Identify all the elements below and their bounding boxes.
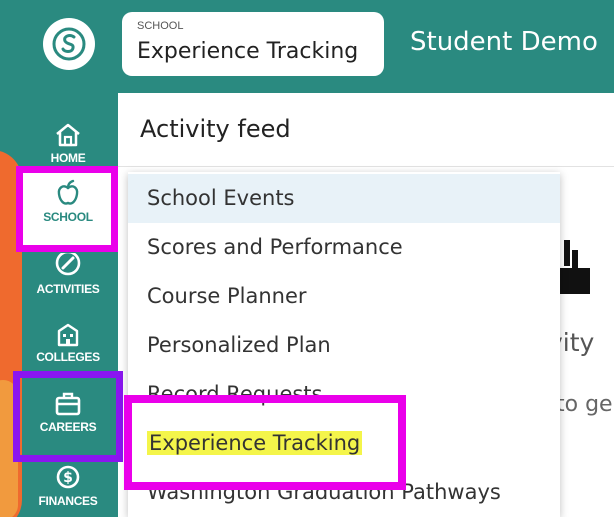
menu-item-label: Personalized Plan bbox=[147, 333, 331, 357]
breadcrumb[interactable]: SCHOOL Experience Tracking bbox=[122, 12, 384, 76]
sidebar-item-home[interactable]: HOME bbox=[18, 112, 118, 174]
svg-text:$: $ bbox=[63, 470, 73, 486]
sidebar-item-label: HOME bbox=[50, 150, 86, 165]
page-title: Student Demo bbox=[410, 27, 598, 57]
sidebar-item-school[interactable]: SCHOOL bbox=[18, 170, 118, 232]
sidebar-item-label: ACTIVITIES bbox=[36, 281, 100, 296]
breadcrumb-section: SCHOOL bbox=[137, 20, 184, 32]
dollar-icon: $ bbox=[56, 465, 80, 488]
logo-icon bbox=[52, 27, 86, 61]
menu-item-label: Scores and Performance bbox=[147, 235, 403, 259]
activities-icon bbox=[55, 252, 81, 275]
menu-item-personalized-plan[interactable]: Personalized Plan bbox=[128, 321, 560, 370]
experience-tracking-highlight-box bbox=[124, 395, 406, 490]
menu-item-scores-and-performance[interactable]: Scores and Performance bbox=[128, 223, 560, 272]
breadcrumb-title: Experience Tracking bbox=[137, 39, 359, 64]
sidebar-item-label: COLLEGES bbox=[36, 349, 100, 364]
sidebar-item-label: SCHOOL bbox=[43, 209, 93, 224]
menu-item-school-events[interactable]: School Events bbox=[128, 174, 560, 223]
college-icon bbox=[57, 323, 79, 346]
activity-feed-title: Activity feed bbox=[140, 115, 291, 143]
careers-highlight-box bbox=[13, 371, 123, 462]
sidebar-item-colleges[interactable]: COLLEGES bbox=[18, 312, 118, 374]
apple-icon bbox=[57, 179, 79, 205]
sidebar-item-finances[interactable]: $ FINANCES bbox=[18, 455, 118, 517]
background-partial-text: to ge bbox=[556, 392, 613, 417]
content-header: Activity feed bbox=[118, 93, 614, 167]
app-logo[interactable] bbox=[43, 18, 95, 70]
menu-item-label: Course Planner bbox=[147, 284, 307, 308]
menu-item-label: School Events bbox=[147, 186, 295, 210]
thumbs-icon bbox=[558, 240, 590, 294]
menu-item-course-planner[interactable]: Course Planner bbox=[128, 272, 560, 321]
home-icon bbox=[56, 123, 80, 146]
sidebar-item-label: FINANCES bbox=[38, 493, 98, 508]
sidebar-item-activities[interactable]: ACTIVITIES bbox=[18, 243, 118, 305]
